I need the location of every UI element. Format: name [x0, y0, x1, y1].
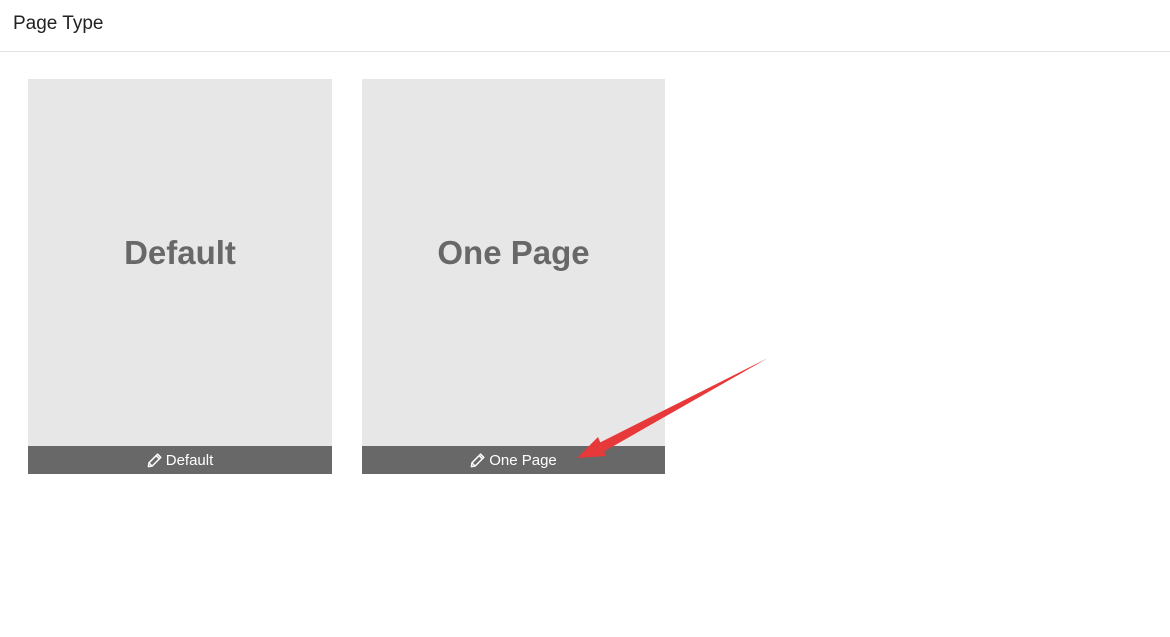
card-preview-title: One Page	[437, 234, 590, 271]
pencil-icon	[470, 452, 485, 468]
card-footer-default[interactable]: Default	[28, 446, 332, 474]
page-type-card-default[interactable]: Default Default	[28, 79, 332, 474]
card-footer-one-page[interactable]: One Page	[362, 446, 665, 474]
card-footer-label: One Page	[489, 451, 557, 469]
card-footer-label: Default	[165, 451, 214, 469]
page-type-card-one-page[interactable]: One Page One Page	[362, 79, 665, 474]
page-title: Page Type	[13, 13, 104, 34]
page-type-screen: Page Type Default Default One Page One P…	[0, 0, 1170, 637]
card-preview-title: Default	[124, 234, 236, 271]
pencil-icon	[147, 452, 162, 468]
page-header: Page Type	[0, 0, 1170, 52]
